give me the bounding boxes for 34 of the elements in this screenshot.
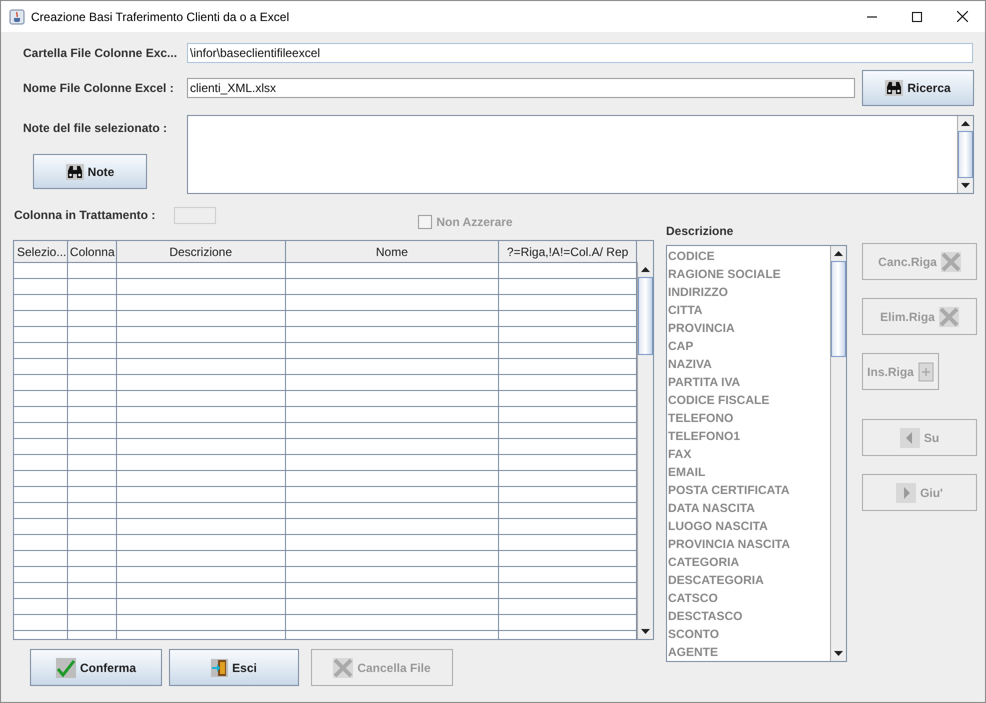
column-header[interactable]: Colonna [68, 241, 117, 262]
scroll-thumb[interactable] [831, 261, 846, 357]
folder-label: Cartella File Colonne Exc... [23, 46, 178, 60]
binoculars-icon [885, 80, 904, 96]
exit-button[interactable]: Esci [169, 649, 299, 686]
door-icon [211, 658, 228, 676]
column-field [174, 207, 216, 224]
file-name-label: Nome File Colonne Excel : [23, 81, 175, 95]
document-icon [918, 362, 934, 382]
folder-field[interactable]: \infor\baseclientifileexcel [187, 43, 973, 63]
coffee-cup-icon [9, 8, 25, 24]
window-title: Creazione Basi Traferimento Clienti da o a Excel [31, 10, 290, 24]
cross-icon [333, 658, 354, 678]
list-title: Descrizione [666, 224, 734, 240]
scroll-thumb[interactable] [638, 277, 653, 355]
cross-icon [940, 252, 961, 272]
column-label: Colonna in Trattamento : [14, 208, 156, 222]
scrollbar[interactable] [830, 246, 846, 661]
notes-button[interactable]: Note [33, 154, 147, 189]
column-header[interactable]: Descrizione [116, 241, 286, 262]
file-name-field[interactable]: clienti_XML.xlsx [187, 78, 855, 98]
notes-label: Note del file selezionato : [23, 121, 168, 135]
binoculars-icon [66, 164, 84, 180]
scrollbar[interactable] [637, 262, 653, 639]
close-icon[interactable] [957, 11, 968, 22]
column-header[interactable]: Nome [286, 241, 500, 262]
search-button[interactable]: Ricerca [862, 70, 974, 106]
scrollbar[interactable] [957, 116, 973, 193]
checkmark-icon [56, 658, 76, 678]
confirm-button[interactable]: Conferma [30, 649, 162, 686]
cross-icon [938, 306, 959, 326]
scroll-thumb[interactable] [958, 131, 973, 178]
maximize-icon[interactable] [912, 12, 922, 22]
column-header[interactable]: Selezio... [14, 241, 68, 262]
